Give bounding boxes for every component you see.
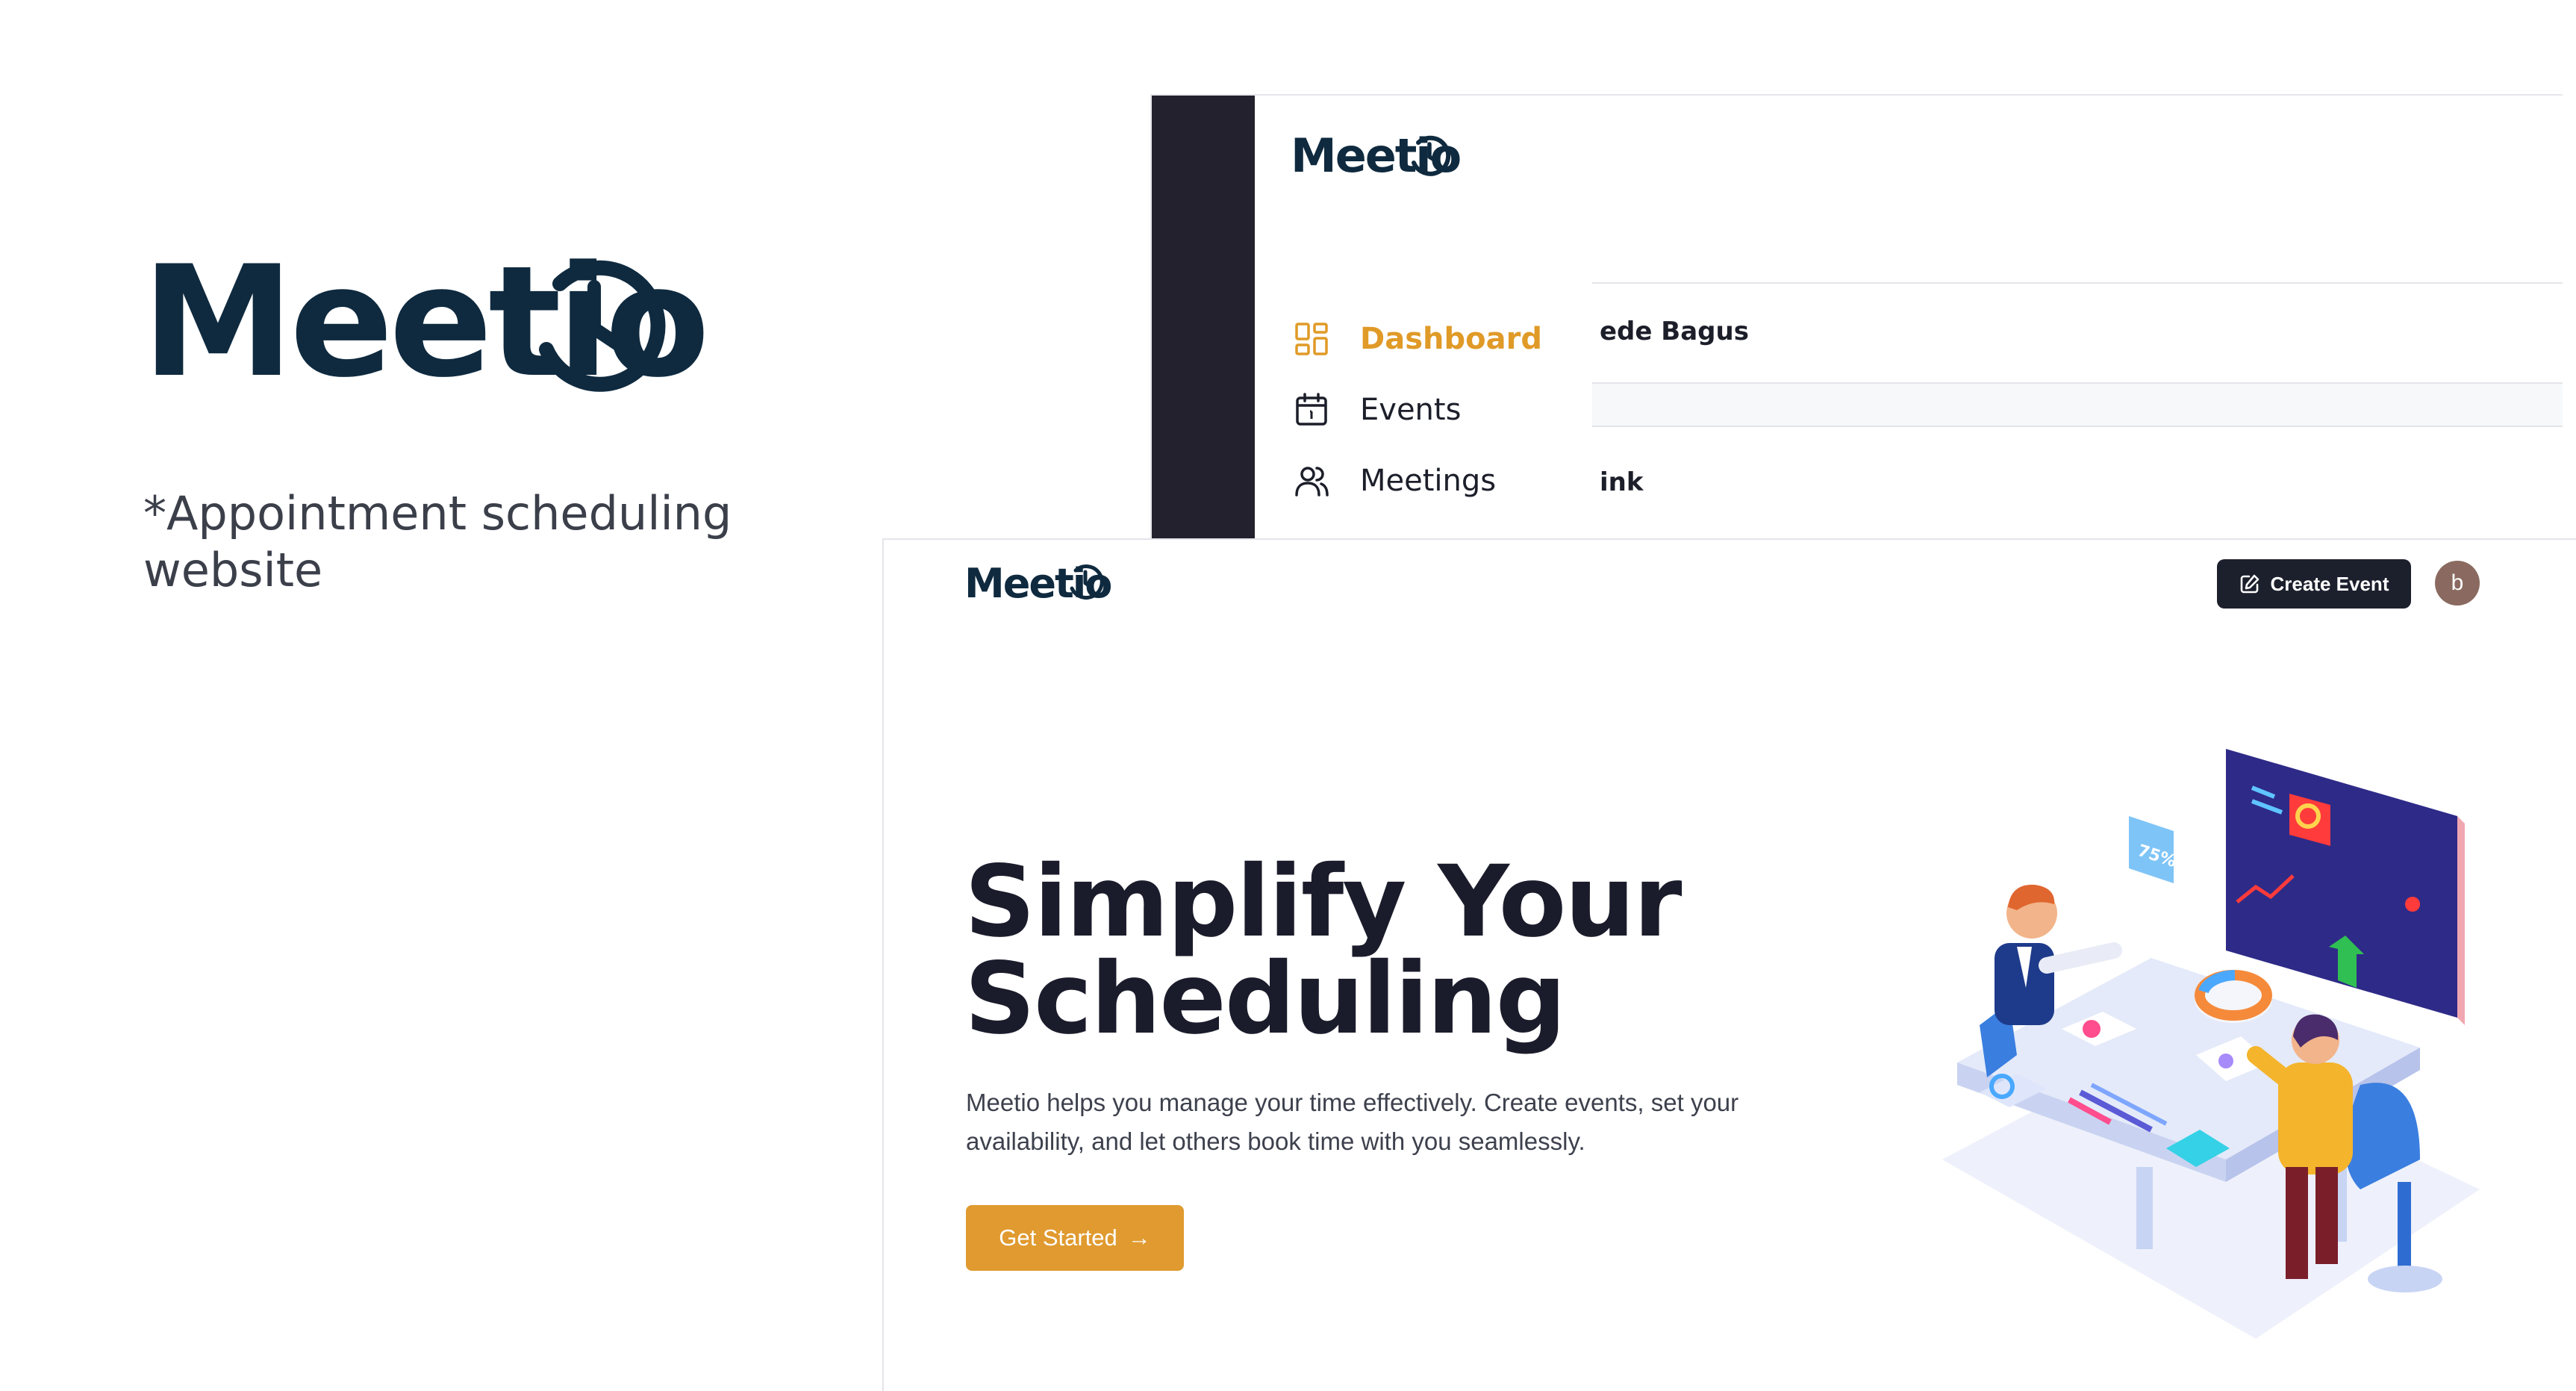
arrow-right-icon: →	[1127, 1224, 1151, 1251]
brand-tagline: *Appointment scheduling website	[143, 486, 732, 597]
clock-icon	[539, 260, 666, 392]
edit-icon	[2240, 574, 2259, 594]
sidebar-item-label: Dashboard	[1360, 322, 1542, 356]
dashboard-divider-row	[1592, 384, 2563, 427]
booking-link-card: ink	[1592, 427, 2563, 542]
monitor-side	[2457, 816, 2465, 1025]
hero-title-line: Scheduling	[964, 942, 1566, 1057]
user-card: ede Bagus	[1592, 284, 2563, 384]
dashboard-dark-rail	[1152, 96, 1255, 542]
sidebar-item-label: Meetings	[1360, 464, 1497, 498]
clock-icon	[1070, 564, 1104, 600]
hero-description: Meetio helps you manage your time effect…	[966, 1089, 1739, 1155]
users-icon	[1293, 462, 1330, 500]
paper-chart	[2218, 1054, 2233, 1068]
paper-chart	[2083, 1020, 2101, 1038]
create-event-button[interactable]: Create Event	[2217, 559, 2411, 609]
person-left-arm	[2039, 942, 2122, 974]
grid-icon	[1293, 320, 1330, 358]
hero-title-line: Simplify Your	[964, 844, 1682, 959]
monitor-dot	[2405, 897, 2420, 912]
booking-link-label: ink	[1600, 467, 1644, 497]
hero-title: Simplify Your Scheduling	[964, 853, 1786, 1048]
clock-icon	[1412, 135, 1451, 176]
avatar[interactable]: b	[2435, 561, 2480, 606]
chair-right-stem	[2398, 1182, 2411, 1272]
person-right-leg	[2315, 1167, 2338, 1264]
sidebar-item-dashboard[interactable]: Dashboard	[1293, 317, 1542, 361]
calendar-icon	[1293, 391, 1330, 429]
sidebar-item-events[interactable]: Events	[1293, 388, 1461, 432]
landing-window: Meetio Create Event b Simplify Your Sche…	[882, 538, 2576, 1391]
meeting-illustration: 75%	[1942, 749, 2480, 1339]
get-started-label: Get Started	[999, 1224, 1117, 1251]
person-right-leg	[2286, 1167, 2308, 1279]
table-leg	[2136, 1167, 2153, 1249]
get-started-button[interactable]: Get Started →	[966, 1205, 1184, 1271]
sidebar-item-label: Events	[1360, 393, 1462, 427]
dashboard-header-panel	[1592, 96, 2563, 284]
user-name: ede Bagus	[1600, 317, 1749, 346]
chair-right-base	[2368, 1266, 2442, 1292]
create-event-label: Create Event	[2270, 572, 2389, 595]
dashboard-window: Meetio Dashboard Events Meetings ede Bag…	[1150, 94, 2563, 544]
sidebar-item-meetings[interactable]: Meetings	[1293, 458, 1496, 503]
